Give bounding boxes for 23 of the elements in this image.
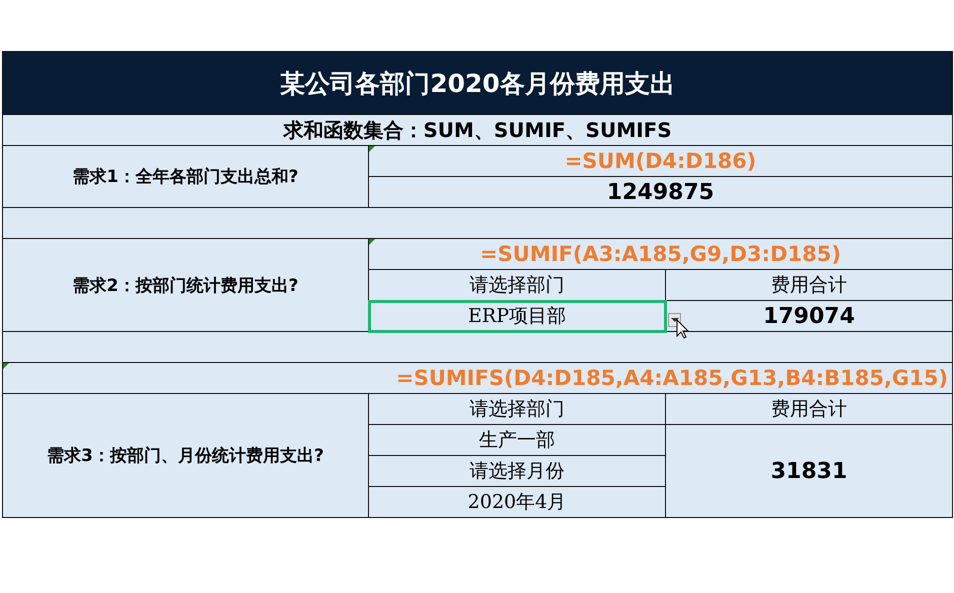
month-cell: 2020年4月 — [368, 486, 666, 518]
header-cell: 请选择部门 — [368, 270, 666, 300]
question-label: 需求2：按部门统计费用支出? — [2, 238, 368, 332]
cursor-icon — [676, 319, 689, 339]
formula-cell: =SUMIF(A3:A185,G9,D3:D185) — [368, 238, 952, 270]
header-cell: 费用合计 — [666, 394, 952, 424]
header-cell: 费用合计 — [666, 270, 952, 300]
comment-marker-icon — [3, 363, 9, 369]
header-cell: 请选择部门 — [368, 394, 666, 424]
comment-marker-icon — [369, 239, 375, 245]
subtitle-cell: 求和函数集合：SUM、SUMIF、SUMIFS — [2, 114, 952, 146]
caret-icon — [670, 317, 678, 323]
formula-cell: =SUM(D4:D186) — [368, 146, 952, 176]
question-label: 需求3：按部门、月份统计费用支出? — [2, 394, 368, 518]
sheet-title: 某公司各部门2020各月份费用支出 — [2, 52, 952, 114]
result-cell: 1249875 — [368, 176, 952, 208]
question-label: 需求1：全年各部门支出总和? — [2, 146, 368, 208]
result-cell: 31831 — [666, 424, 952, 518]
header-cell: 请选择月份 — [368, 456, 666, 486]
department-cell: 生产一部 — [368, 424, 666, 456]
formula-cell: =SUMIFS(D4:D185,A4:A185,G13,B4:B185,G15) — [2, 362, 952, 394]
comment-marker-icon — [369, 146, 375, 152]
result-cell: 179074 — [666, 300, 952, 332]
